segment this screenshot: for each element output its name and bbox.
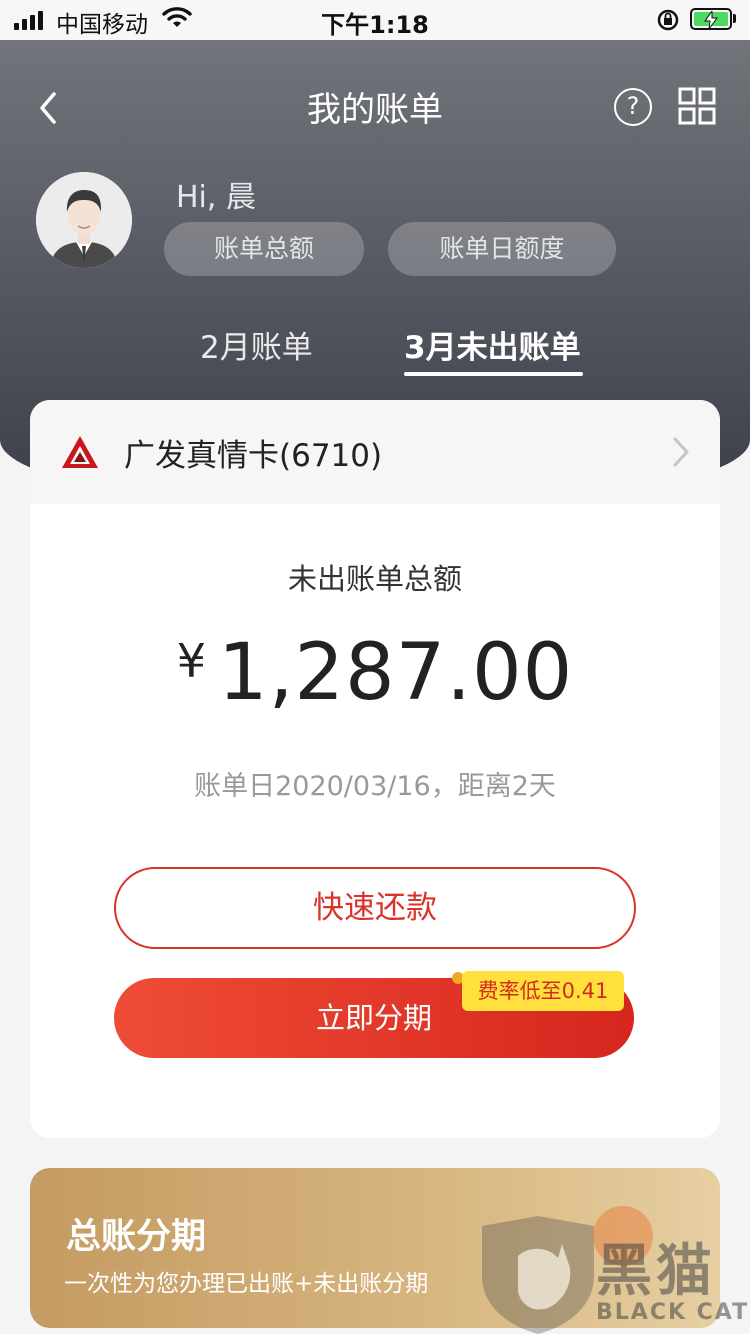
chevron-right-icon[interactable]	[672, 436, 690, 468]
billing-day-limit-pill[interactable]: 账单日额度	[388, 222, 616, 276]
avatar[interactable]	[36, 172, 132, 268]
watermark-subtext: BLACK CAT	[596, 1300, 750, 1325]
unbilled-total-label: 未出账单总额	[287, 562, 462, 596]
watermark-text: 黑猫	[596, 1239, 716, 1304]
active-tab-indicator	[404, 372, 583, 376]
bank-logo-icon	[62, 436, 98, 468]
tab-march-unbilled[interactable]: 3月未出账单	[404, 322, 581, 367]
clock: 下午1:18	[321, 11, 429, 39]
bill-date-text: 账单日2020/03/16，距离2天	[194, 771, 556, 802]
rotation-lock-icon	[657, 9, 679, 31]
battery-icon	[690, 8, 732, 30]
amount-value: 1,287.00	[217, 628, 574, 718]
quick-repay-button[interactable]: 快速还款	[114, 867, 636, 949]
grid-menu-icon[interactable]	[678, 87, 716, 125]
total-bill-pill[interactable]: 账单总额	[164, 222, 364, 276]
unbilled-amount: ¥1,287.00	[30, 628, 720, 718]
rate-badge: 费率低至0.41	[462, 971, 624, 1011]
promo-description: 一次性为您办理已出账+未出账分期	[64, 1271, 429, 1297]
bill-card: 广发真情卡(6710) 未出账单总额 ¥1,287.00 账单日2020/03/…	[30, 400, 720, 1138]
status-bar: 中国移动 下午1:18	[0, 0, 750, 40]
promo-title: 总账分期	[66, 1217, 207, 1257]
tab-february-bill[interactable]: 2月账单	[200, 322, 313, 367]
currency-symbol: ¥	[176, 634, 206, 688]
help-icon[interactable]: ?	[614, 88, 652, 126]
greeting-text: Hi, 晨	[176, 180, 256, 215]
user-avatar-icon	[36, 172, 132, 268]
card-name: 广发真情卡(6710)	[124, 438, 383, 474]
card-selector[interactable]: 广发真情卡(6710)	[30, 400, 720, 504]
